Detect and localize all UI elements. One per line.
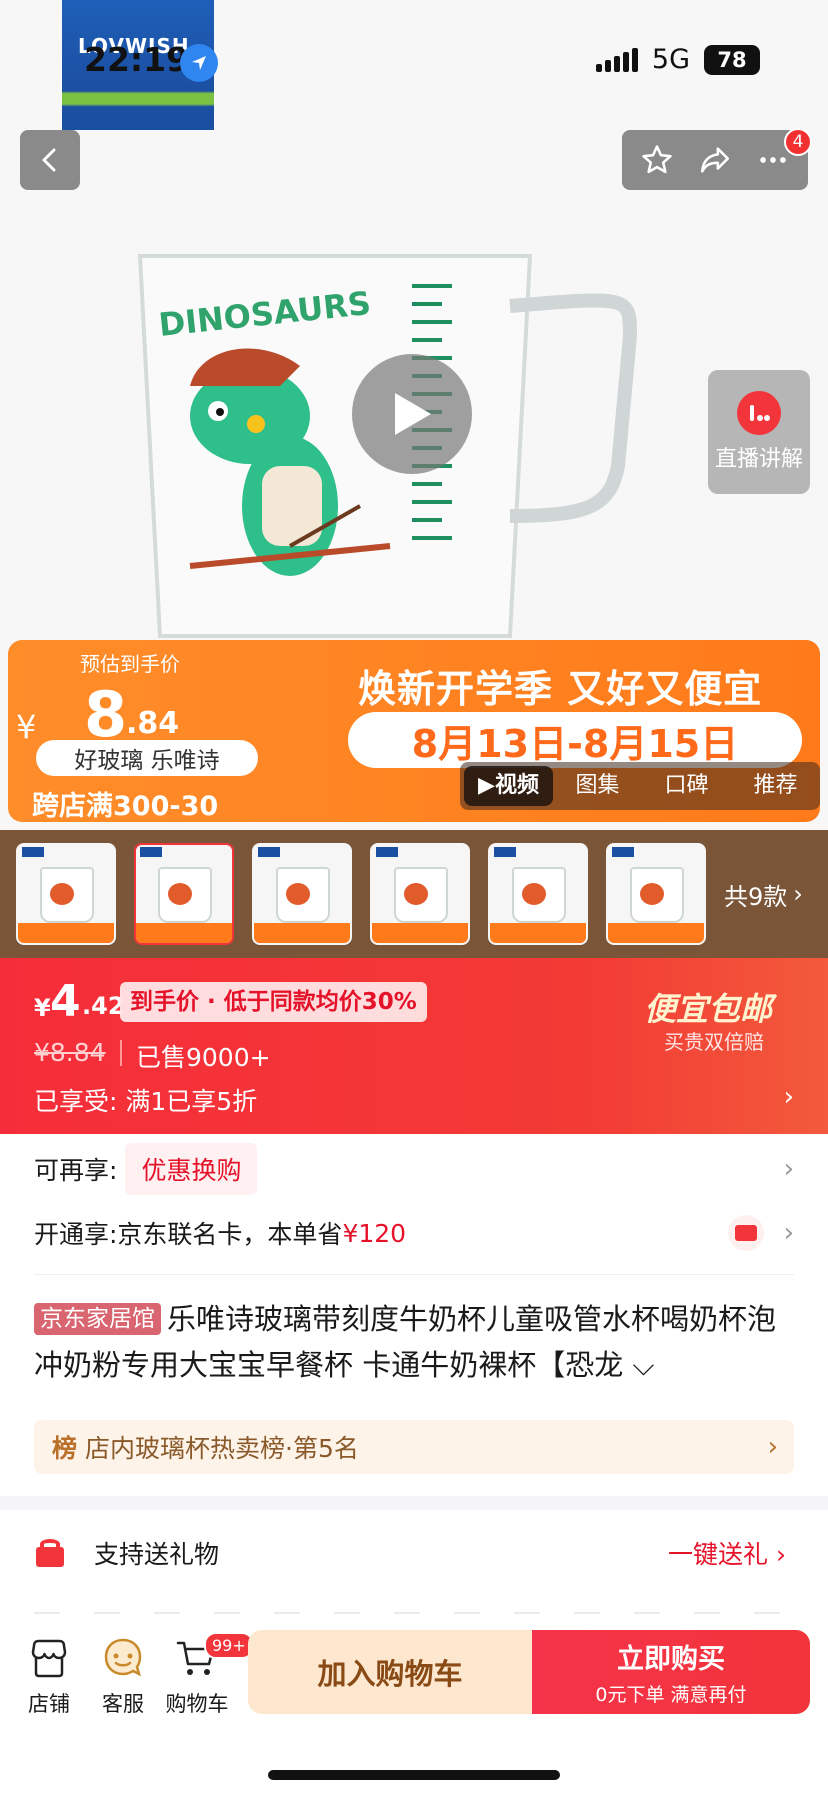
section-divider xyxy=(34,1274,794,1275)
rank-icon: 榜 xyxy=(52,1434,78,1463)
original-price: ¥8.84 xyxy=(34,1038,106,1067)
price-integer: 4 xyxy=(50,976,81,1027)
header-tools xyxy=(622,130,808,190)
media-tabs: ▶视频 图集 口碑 推荐 xyxy=(460,762,820,810)
chevron-right-icon[interactable]: › xyxy=(784,1082,794,1112)
product-gallery[interactable]: LOVWISH 22:19 5G 78 4 DINOSAURS 直播讲解 预估到… xyxy=(0,0,828,830)
chevron-right-icon: › xyxy=(783,1218,794,1248)
card-saving-amount: ¥120 xyxy=(342,1218,407,1248)
price-guarantee: 买贵双倍赔 xyxy=(664,1030,764,1054)
credit-card-icon xyxy=(728,1215,764,1251)
variant-thumb[interactable] xyxy=(488,843,588,945)
bottom-action-bar: 店铺 客服 99+ 购物车 加入购物车 立即购买 0元下单 满意再付 xyxy=(0,1614,828,1796)
co-brand-card-row[interactable]: 开通享:京东联名卡，本单省 ¥120 › xyxy=(34,1212,794,1254)
notification-badge: 4 xyxy=(784,128,812,156)
cart-badge: 99+ xyxy=(204,1632,254,1659)
variant-thumbnails: 共9款 › xyxy=(0,830,828,958)
price-banner: ¥ 4 .42 到手价 · 低于同款均价30% ¥8.84 已售9000+ 已享… xyxy=(0,958,828,1134)
buy-now-sublabel: 0元下单 满意再付 xyxy=(595,1684,747,1706)
variant-thumb[interactable] xyxy=(16,843,116,945)
cross-store-discount: 跨店满300-30 xyxy=(32,791,219,822)
exchange-label: 可再享: xyxy=(34,1156,118,1185)
variant-thumb[interactable] xyxy=(252,843,352,945)
variant-count: 共9款 xyxy=(724,882,788,911)
store-icon xyxy=(31,1639,67,1678)
live-explain-button[interactable]: 直播讲解 xyxy=(708,370,810,494)
tab-video[interactable]: ▶视频 xyxy=(464,766,553,806)
customer-service-icon xyxy=(104,1638,142,1677)
store-button[interactable]: 店铺 xyxy=(14,1636,84,1718)
store-tag: 京东家居馆 xyxy=(34,1303,161,1335)
cart-button[interactable]: 99+ 购物车 xyxy=(162,1632,254,1718)
tab-recommend[interactable]: 推荐 xyxy=(731,766,820,806)
price-currency: ¥ xyxy=(34,994,51,1022)
price-decimal: .42 xyxy=(82,992,125,1020)
add-to-cart-button[interactable]: 加入购物车 xyxy=(248,1630,532,1714)
gift-icon xyxy=(34,1537,66,1569)
promo-brand-tag: 好玻璃 乐唯诗 xyxy=(36,740,258,776)
battery-icon: 78 xyxy=(704,44,760,75)
tab-gallery[interactable]: 图集 xyxy=(553,766,642,806)
discount-enjoyed[interactable]: 已享受: 满1已享5折 xyxy=(34,1082,257,1118)
send-gift-link[interactable]: 一键送礼 › xyxy=(668,1535,786,1571)
variant-thumb[interactable] xyxy=(370,843,470,945)
chevron-right-icon: › xyxy=(783,1154,794,1184)
exchange-offer-row[interactable]: 可再享: 优惠换购 › xyxy=(34,1143,794,1195)
rank-text: 店内玻璃杯热卖榜·第5名 xyxy=(85,1434,359,1463)
promo-banner[interactable]: 预估到手价 ¥ 8 .84 好玻璃 乐唯诗 跨店满300-30 焕新开学季 又好… xyxy=(8,640,820,822)
status-indicators: 5G 78 xyxy=(595,44,760,75)
ranking-banner[interactable]: 榜 店内玻璃杯热卖榜·第5名 › xyxy=(34,1420,794,1474)
cart-label: 购物车 xyxy=(165,1692,229,1716)
variant-thumb[interactable] xyxy=(606,843,706,945)
tab-reviews[interactable]: 口碑 xyxy=(642,766,731,806)
play-video-button[interactable] xyxy=(352,354,472,474)
exchange-offer-pill[interactable]: 优惠换购 xyxy=(125,1143,258,1195)
all-variants-link[interactable]: 共9款 › xyxy=(724,877,803,912)
share-icon[interactable] xyxy=(695,140,735,180)
promo-price-decimal: .84 xyxy=(126,706,180,741)
gift-label: 支持送礼物 xyxy=(94,1540,220,1569)
chevron-left-icon xyxy=(42,148,56,172)
back-button[interactable] xyxy=(20,130,80,190)
cheap-shipping-badge[interactable]: 便宜包邮 xyxy=(644,984,772,1030)
status-time: 22:19 xyxy=(84,40,190,79)
chevron-down-icon[interactable]: ⌵ xyxy=(623,1348,654,1382)
chevron-right-icon: › xyxy=(793,880,803,908)
product-title[interactable]: 京东家居馆 乐唯诗玻璃带刻度牛奶杯儿童吸管水杯喝奶杯泡冲奶粉专用大宝宝早餐杯 卡通… xyxy=(34,1296,794,1388)
customer-service-label: 客服 xyxy=(102,1692,144,1716)
buy-now-label: 立即购买 xyxy=(617,1644,725,1675)
signal-icon xyxy=(595,47,638,72)
live-label: 直播讲解 xyxy=(714,447,803,472)
section-gap xyxy=(0,1496,828,1510)
price-compare-tag: 到手价 · 低于同款均价30% xyxy=(120,982,427,1022)
buy-now-button[interactable]: 立即购买 0元下单 满意再付 xyxy=(532,1630,810,1714)
promo-currency: ¥ xyxy=(16,708,37,746)
gift-row[interactable]: 支持送礼物 一键送礼 › xyxy=(34,1532,794,1574)
estimated-price-label: 预估到手价 xyxy=(80,652,180,676)
customer-service-button[interactable]: 客服 xyxy=(88,1636,158,1718)
store-label: 店铺 xyxy=(28,1692,70,1716)
play-icon xyxy=(395,393,431,435)
card-offer-label: 开通享:京东联名卡，本单省 xyxy=(34,1220,343,1249)
chevron-right-icon: › xyxy=(767,1432,778,1462)
variant-thumb-selected[interactable] xyxy=(134,843,234,945)
star-icon[interactable] xyxy=(637,140,677,180)
location-arrow-icon xyxy=(180,44,218,82)
live-icon xyxy=(737,391,781,435)
network-type: 5G xyxy=(651,44,690,75)
price-divider xyxy=(120,1040,122,1066)
promo-slogan: 焕新开学季 又好又便宜 xyxy=(358,667,763,711)
promo-date-range: 8月13日-8月15日 xyxy=(348,712,802,768)
home-indicator[interactable] xyxy=(268,1770,560,1780)
sold-count: 已售9000+ xyxy=(136,1043,271,1072)
